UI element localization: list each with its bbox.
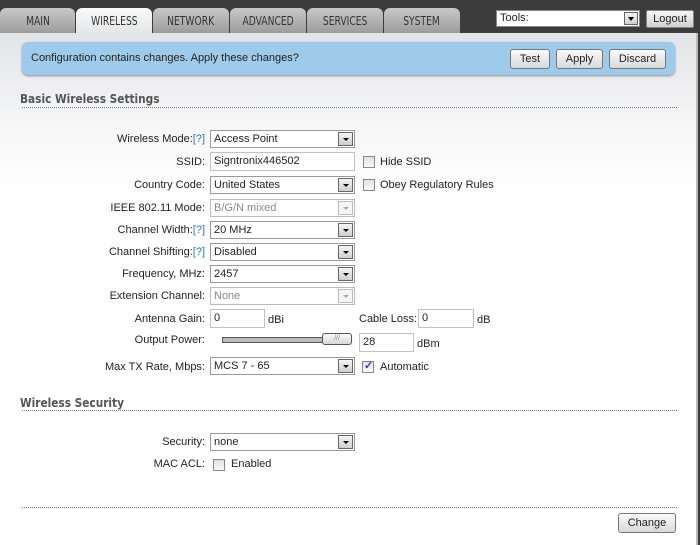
help-link[interactable]: [?] <box>193 246 205 258</box>
select-value: 20 MHz <box>214 224 252 236</box>
select-value: Access Point <box>214 133 278 145</box>
tab-label: NETWORK <box>167 14 215 28</box>
notice-message: Configuration contains changes. Apply th… <box>31 52 299 64</box>
frequency-label: Frequency, MHz: <box>122 268 205 280</box>
change-button[interactable]: Change <box>618 513 676 533</box>
obey-regulatory-checkbox[interactable] <box>363 179 375 191</box>
frequency-select[interactable]: 2457 <box>210 265 355 283</box>
ieee-mode-select: B/G/N mixed <box>210 199 355 217</box>
extension-channel-select: None <box>210 287 355 305</box>
chevron-down-icon[interactable] <box>338 223 353 237</box>
select-value: None <box>214 290 241 302</box>
channel-shifting-label: Channel Shifting:[?] <box>109 246 205 258</box>
select-value: B/G/N mixed <box>214 202 277 214</box>
top-navigation-bar: MAIN WIRELESS NETWORK ADVANCED SERVICES … <box>0 0 700 34</box>
tab-advanced[interactable]: ADVANCED <box>230 8 306 33</box>
chevron-down-icon <box>338 201 353 215</box>
ieee-mode-label: IEEE 802.11 Mode: <box>110 202 205 214</box>
channel-width-label: Channel Width:[?] <box>118 224 205 236</box>
tab-label: SERVICES <box>322 14 368 28</box>
section-title-security: Wireless Security <box>20 396 124 410</box>
channel-shifting-select[interactable]: Disabled <box>210 243 355 261</box>
automatic-checkbox[interactable] <box>362 359 374 373</box>
tab-label: ADVANCED <box>242 14 294 28</box>
ssid-label: SSID: <box>176 156 205 168</box>
select-value: Disabled <box>214 246 257 258</box>
tab-network[interactable]: NETWORK <box>153 8 229 33</box>
help-link[interactable]: [?] <box>193 133 205 145</box>
automatic-label: Automatic <box>380 361 429 373</box>
mac-acl-checkbox[interactable] <box>213 459 225 471</box>
chevron-down-icon[interactable] <box>338 132 353 146</box>
chevron-down-icon[interactable] <box>338 178 353 192</box>
mac-acl-label: MAC ACL: <box>153 458 205 470</box>
tools-select[interactable]: Tools: <box>496 10 640 27</box>
chevron-down-icon[interactable] <box>338 267 353 281</box>
mac-acl-enabled-label: Enabled <box>231 458 272 470</box>
country-code-label: Country Code: <box>134 179 205 191</box>
label-text: Wireless Mode: <box>116 133 193 145</box>
chevron-down-icon[interactable] <box>624 12 638 25</box>
select-value: none <box>214 436 239 448</box>
help-link[interactable]: [?] <box>193 224 205 236</box>
extension-channel-label: Extension Channel: <box>109 290 205 302</box>
output-power-input[interactable]: 28 <box>359 333 414 352</box>
antenna-gain-label: Antenna Gain: <box>134 313 205 325</box>
chevron-down-icon[interactable] <box>338 245 353 259</box>
test-button[interactable]: Test <box>510 49 550 69</box>
cable-loss-label: Cable Loss: <box>359 313 418 325</box>
section-title-basic: Basic Wireless Settings <box>20 92 160 106</box>
output-power-unit: dBm <box>417 338 440 350</box>
chevron-down-icon <box>338 289 353 303</box>
tab-label: WIRELESS <box>90 14 138 28</box>
antenna-gain-input[interactable]: 0 <box>210 309 265 328</box>
output-power-slider-thumb[interactable]: /// <box>322 333 352 345</box>
obey-regulatory-label: Obey Regulatory Rules <box>380 179 494 191</box>
tab-label: SYSTEM <box>403 14 441 28</box>
output-power-slider-track[interactable] <box>222 337 332 343</box>
select-value: MCS 7 - 65 <box>214 360 270 372</box>
cable-loss-input[interactable]: 0 <box>418 309 474 328</box>
max-tx-rate-select[interactable]: MCS 7 - 65 <box>210 357 355 375</box>
cable-loss-unit: dB <box>477 314 491 326</box>
output-power-label: Output Power: <box>134 334 205 346</box>
antenna-gain-unit: dBi <box>268 314 284 326</box>
apply-button[interactable]: Apply <box>556 49 603 69</box>
wireless-mode-select[interactable]: Access Point <box>210 130 355 148</box>
label-text: Channel Shifting: <box>108 246 193 258</box>
select-value: United States <box>214 179 281 191</box>
label-text: Channel Width: <box>117 224 193 236</box>
ssid-input[interactable]: Signtronix446502 <box>210 152 355 171</box>
select-value: 2457 <box>214 268 239 280</box>
security-select[interactable]: none <box>210 433 355 451</box>
country-code-select[interactable]: United States <box>210 176 355 194</box>
changes-notice: Configuration contains changes. Apply th… <box>22 42 675 75</box>
max-tx-rate-label: Max TX Rate, Mbps: <box>104 361 205 373</box>
hide-ssid-label: Hide SSID <box>380 156 432 168</box>
tab-services[interactable]: SERVICES <box>307 8 383 33</box>
chevron-down-icon[interactable] <box>338 435 353 449</box>
tools-select-value: Tools: <box>500 12 529 24</box>
footer-divider <box>22 507 677 508</box>
chevron-down-icon[interactable] <box>338 359 353 373</box>
wireless-mode-label: Wireless Mode:[?] <box>117 133 205 145</box>
hide-ssid-checkbox[interactable] <box>363 156 375 168</box>
tab-label: MAIN <box>25 14 50 28</box>
section-divider <box>22 107 677 108</box>
tab-main[interactable]: MAIN <box>0 8 75 33</box>
tab-wireless[interactable]: WIRELESS <box>76 8 152 34</box>
discard-button[interactable]: Discard <box>609 49 666 69</box>
section-divider <box>22 410 677 411</box>
logout-button[interactable]: Logout <box>646 10 694 28</box>
tab-system[interactable]: SYSTEM <box>384 8 460 33</box>
security-label: Security: <box>162 436 205 448</box>
channel-width-select[interactable]: 20 MHz <box>210 221 355 239</box>
